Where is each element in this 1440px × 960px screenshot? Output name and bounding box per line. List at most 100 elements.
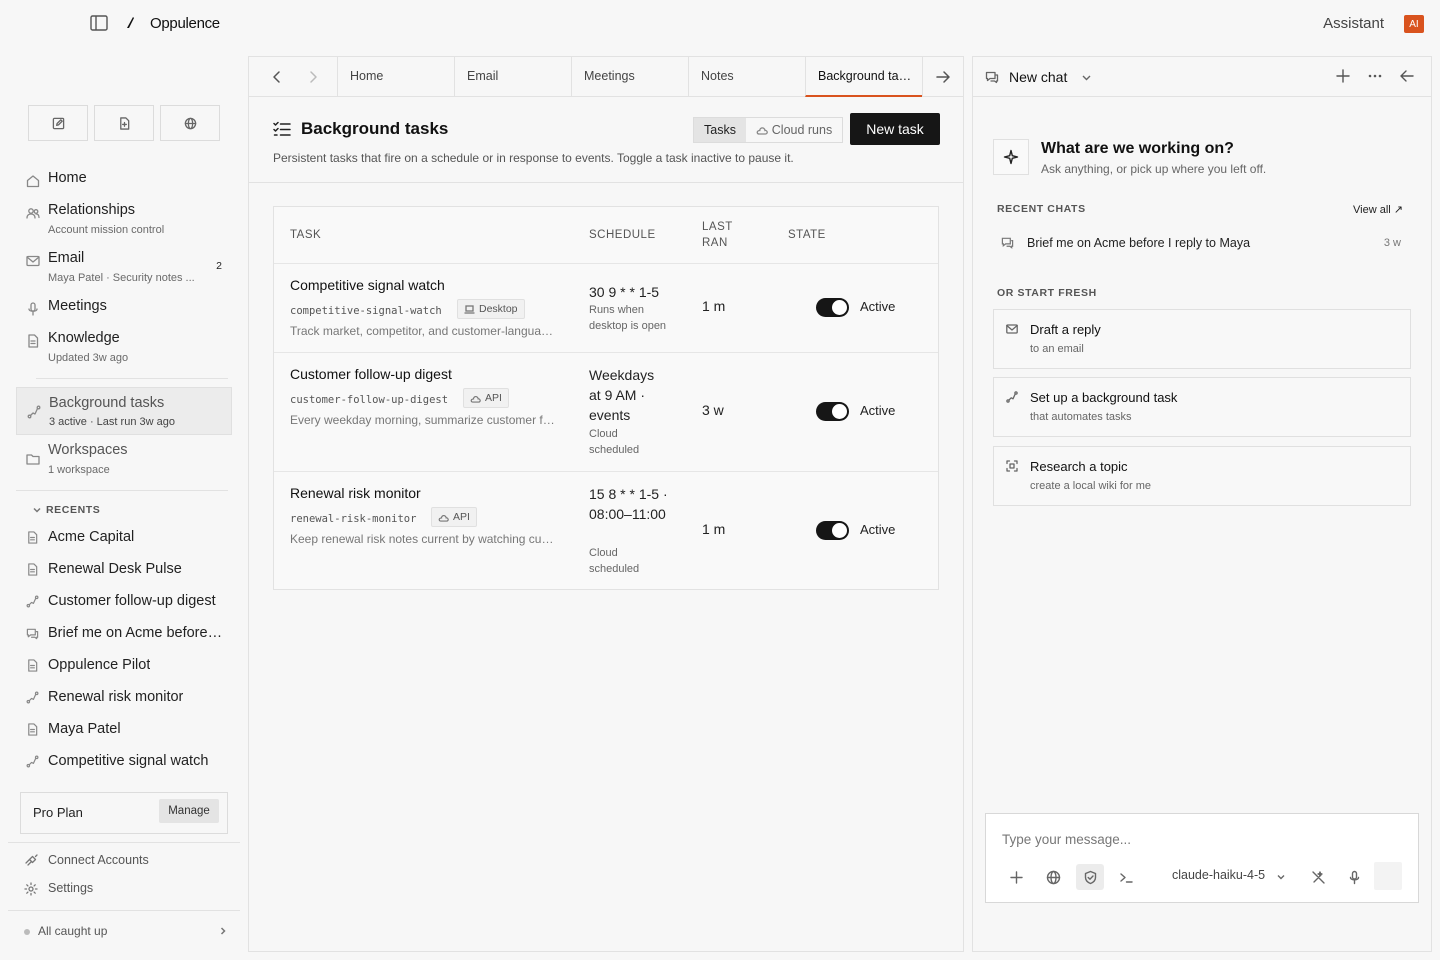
task-active-toggle[interactable]: [816, 402, 849, 421]
app-name: Oppulence: [150, 15, 220, 32]
chevron-left-icon: [273, 71, 280, 83]
task-last-ran: 1 m: [702, 521, 726, 537]
terminal-toggle[interactable]: [1112, 864, 1140, 890]
card-subtitle: to an email: [1030, 343, 1084, 355]
task-active-toggle[interactable]: [816, 298, 849, 317]
chat-title-dropdown[interactable]: New chat: [1009, 69, 1067, 85]
recent-item[interactable]: Maya Patel: [16, 720, 232, 744]
welcome-subtitle: Ask anything, or pick up where you left …: [1041, 162, 1267, 176]
sidebar-item-label: Background tasks: [49, 395, 165, 411]
sidebar-toggle-icon[interactable]: [90, 15, 110, 33]
chevron-right-icon: [218, 926, 228, 936]
tab-label: Meetings: [584, 69, 635, 83]
cloud-runs-view-tab[interactable]: Cloud runs: [746, 118, 842, 142]
manage-plan-button[interactable]: Manage: [159, 799, 219, 823]
assistant-toggle[interactable]: Assistant: [1323, 15, 1384, 32]
new-document-button[interactable]: [94, 105, 154, 141]
settings-link[interactable]: Settings: [24, 880, 224, 900]
task-last-ran: 3 w: [702, 402, 724, 418]
welcome-title: What are we working on?: [1041, 140, 1234, 157]
column-header-state: STATE: [788, 229, 826, 241]
web-search-toggle[interactable]: [1039, 864, 1067, 890]
sidebar-item-home[interactable]: Home: [16, 170, 232, 190]
new-chat-button[interactable]: [1335, 68, 1353, 86]
toggle-knob: [832, 300, 847, 315]
card-title: Draft a reply: [1030, 322, 1101, 337]
recent-item[interactable]: Renewal Desk Pulse: [16, 560, 232, 584]
page-header: Background tasks Persistent tasks that f…: [249, 97, 963, 183]
back-button[interactable]: [269, 69, 285, 85]
recent-item[interactable]: Oppulence Pilot: [16, 656, 232, 680]
recent-chat-time: 3 w: [1383, 237, 1401, 249]
chat-icon: [985, 70, 999, 84]
new-task-button[interactable]: New task: [850, 113, 940, 145]
sidebar-item-label: Knowledge: [48, 330, 120, 346]
tab-home[interactable]: Home: [337, 57, 454, 96]
unread-count-badge: 2: [216, 260, 222, 272]
column-header-last-ran: LAST RAN: [702, 221, 733, 249]
recent-item-label: Brief me on Acme before I reply to Maya: [48, 625, 226, 641]
message-composer: claude-haiku-4-5: [985, 813, 1419, 903]
message-input[interactable]: [1002, 832, 1402, 847]
recent-item[interactable]: Renewal risk monitor: [16, 688, 232, 712]
home-icon: [26, 174, 40, 188]
background-task-card[interactable]: Set up a background task that automates …: [993, 377, 1411, 437]
arrow-right-icon: [936, 71, 950, 83]
attach-button[interactable]: [1002, 864, 1030, 890]
sync-status-row[interactable]: All caught up: [24, 922, 232, 942]
automation-icon: [26, 755, 39, 768]
runtime-badge: API: [431, 507, 477, 527]
tab-meetings[interactable]: Meetings: [571, 57, 688, 96]
model-selector[interactable]: claude-haiku-4-5: [1172, 868, 1265, 882]
task-schedule: Weekdays at 9 AM · events: [589, 367, 655, 423]
recent-item[interactable]: Brief me on Acme before I reply to Maya: [16, 624, 232, 648]
forward-button[interactable]: [305, 69, 321, 85]
divider: [8, 842, 240, 843]
tasks-table: TASK SCHEDULE LAST RAN STATE Competitive…: [273, 206, 939, 590]
sidebar-item-background-tasks[interactable]: Background tasks 3 active · Last run 3w …: [16, 387, 232, 435]
recent-item-label: Oppulence Pilot: [48, 657, 151, 673]
sidebar-item-workspaces[interactable]: Workspaces 1 workspace: [16, 442, 232, 478]
runtime-badge: Desktop: [457, 299, 525, 319]
sidebar-item-label: Email: [48, 250, 85, 266]
sidebar-item-relationships[interactable]: Relationships Account mission control: [16, 202, 232, 238]
more-options-button[interactable]: [1367, 68, 1385, 86]
recent-item[interactable]: Acme Capital: [16, 528, 232, 552]
table-row[interactable]: Renewal risk monitor renewal-risk-monito…: [274, 472, 938, 590]
safe-mode-toggle[interactable]: [1076, 864, 1104, 890]
open-in-pane-button[interactable]: [922, 57, 963, 96]
recent-item[interactable]: Competitive signal watch: [16, 752, 232, 776]
tab-email[interactable]: Email: [454, 57, 571, 96]
view-all-chats-link[interactable]: View all ↗: [1353, 203, 1403, 216]
research-topic-card[interactable]: Research a topic create a local wiki for…: [993, 446, 1411, 506]
chevron-down-icon[interactable]: [1081, 72, 1092, 83]
draft-reply-card[interactable]: Draft a reply to an email: [993, 309, 1411, 369]
task-active-toggle[interactable]: [816, 521, 849, 540]
chevron-right-icon: [310, 71, 317, 83]
sidebar-item-email[interactable]: Email Maya Patel · Security notes ... 2: [16, 250, 232, 286]
tasks-view-tab[interactable]: Tasks: [694, 118, 746, 142]
send-button[interactable]: [1374, 862, 1402, 890]
collapse-panel-button[interactable]: [1399, 68, 1417, 86]
tab-background-tasks[interactable]: Background tasks: [805, 57, 922, 97]
tab-notes[interactable]: Notes: [688, 57, 805, 96]
table-row[interactable]: Competitive signal watch competitive-sig…: [274, 264, 938, 352]
web-search-button[interactable]: [160, 105, 220, 141]
recent-item[interactable]: Customer follow-up digest: [16, 592, 232, 616]
automation-icon: [1006, 391, 1018, 403]
connect-accounts-link[interactable]: Connect Accounts: [24, 852, 224, 872]
settings-label: Settings: [48, 881, 94, 895]
sidebar-item-meetings[interactable]: Meetings: [16, 298, 232, 318]
recent-chat-item[interactable]: Brief me on Acme before I reply to Maya …: [997, 231, 1405, 255]
recent-item-label: Maya Patel: [48, 721, 121, 737]
cloud-icon: [438, 514, 449, 522]
recent-item-label: Acme Capital: [48, 529, 135, 545]
voice-input-button[interactable]: [1340, 864, 1368, 890]
table-row[interactable]: Customer follow-up digest customer-follo…: [274, 353, 938, 471]
recent-chat-title: Brief me on Acme before I reply to Maya: [1027, 236, 1251, 250]
ai-badge[interactable]: AI: [1404, 15, 1424, 33]
auto-mode-toggle[interactable]: [1304, 864, 1332, 890]
sidebar-item-knowledge[interactable]: Knowledge Updated 3w ago: [16, 330, 232, 366]
chevron-down-icon[interactable]: [1276, 872, 1286, 882]
compose-button[interactable]: [28, 105, 88, 141]
